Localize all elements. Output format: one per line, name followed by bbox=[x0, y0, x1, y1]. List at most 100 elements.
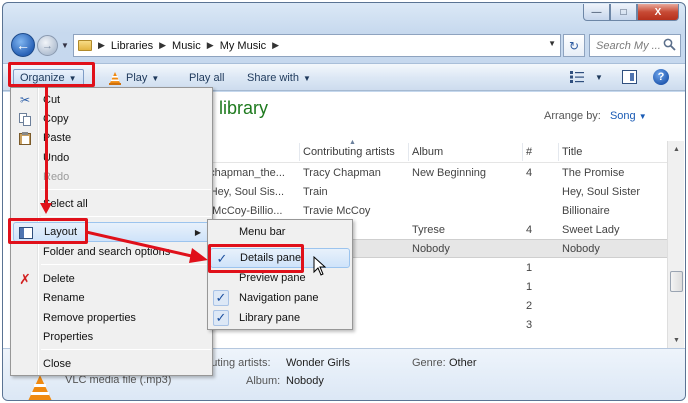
chevron-right-icon[interactable]: ▶ bbox=[159, 40, 166, 51]
cell-album: New Beginning bbox=[412, 167, 486, 179]
back-button[interactable]: ← bbox=[11, 33, 35, 57]
details-genre-value[interactable]: Other bbox=[449, 357, 477, 369]
share-with-label: Share with bbox=[247, 72, 299, 84]
details-album-value[interactable]: Nobody bbox=[286, 375, 324, 387]
column-header-number[interactable]: # bbox=[526, 146, 532, 158]
sort-ascending-icon: ▲ bbox=[349, 139, 356, 146]
forward-button[interactable]: → bbox=[37, 35, 58, 56]
cell-number: 1 bbox=[526, 281, 533, 293]
address-dropdown-icon[interactable]: ▼ bbox=[548, 39, 556, 48]
vlc-file-icon bbox=[28, 375, 52, 400]
play-button[interactable]: Play ▼ bbox=[109, 69, 159, 87]
search-input[interactable]: Search My ... bbox=[589, 34, 681, 57]
view-options-dropdown-icon[interactable]: ▼ bbox=[595, 73, 603, 82]
recent-pages-dropdown[interactable]: ▼ bbox=[61, 41, 69, 50]
table-row[interactable]: _chapman_the... Tracy Chapman New Beginn… bbox=[203, 164, 667, 183]
preview-pane-icon[interactable] bbox=[622, 70, 637, 84]
mouse-cursor-icon bbox=[313, 256, 327, 276]
address-bar[interactable]: ▶ Libraries ▶ Music ▶ My Music ▶ ▼ bbox=[73, 34, 561, 57]
column-header-contributing-artists[interactable]: Contributing artists bbox=[303, 146, 395, 158]
menu-item-rename[interactable]: Rename bbox=[13, 288, 210, 308]
details-artists-value[interactable]: Wonder Girls bbox=[286, 357, 350, 369]
checkmark-icon: ✓ bbox=[213, 310, 229, 326]
column-divider[interactable] bbox=[522, 143, 523, 161]
chevron-right-icon[interactable]: ▶ bbox=[272, 40, 279, 51]
menu-item-paste[interactable]: Paste bbox=[13, 128, 210, 148]
minimize-button[interactable]: — bbox=[583, 4, 610, 21]
scroll-up-icon[interactable]: ▲ bbox=[669, 141, 684, 157]
scroll-down-icon[interactable]: ▼ bbox=[669, 332, 684, 348]
submenu-item-library-pane[interactable]: ✓ Library pane bbox=[210, 308, 350, 328]
cell-name: e McCoy-Billio... bbox=[203, 205, 283, 217]
play-all-button[interactable]: Play all bbox=[189, 69, 224, 87]
submenu-item-label: Preview pane bbox=[239, 272, 306, 284]
folder-icon bbox=[78, 40, 92, 51]
menu-item-label: Rename bbox=[43, 292, 85, 304]
breadcrumb-music[interactable]: Music bbox=[172, 40, 201, 52]
menu-item-delete[interactable]: ✗ Delete bbox=[13, 269, 210, 289]
library-title: library bbox=[219, 98, 269, 118]
cell-number: 3 bbox=[526, 319, 533, 331]
maximize-button[interactable]: □ bbox=[610, 4, 637, 21]
menu-item-undo[interactable]: Undo bbox=[13, 148, 210, 168]
address-row: ← → ▼ ▶ Libraries ▶ Music ▶ My Music ▶ ▼… bbox=[3, 31, 685, 61]
menu-separator bbox=[41, 216, 211, 217]
cell-title: Nobody bbox=[562, 243, 600, 255]
caption-buttons: — □ X bbox=[583, 4, 679, 21]
cell-name: - Hey, Soul Sis... bbox=[203, 186, 285, 198]
vlc-cone-icon bbox=[109, 71, 121, 85]
breadcrumb-libraries[interactable]: Libraries bbox=[111, 40, 153, 52]
chevron-down-icon: ▼ bbox=[302, 73, 311, 83]
vertical-scrollbar[interactable]: ▲ ▼ bbox=[667, 141, 684, 348]
details-genre-label: Genre: bbox=[412, 357, 446, 369]
menu-separator bbox=[41, 189, 211, 190]
arrange-by-label: Arrange by: bbox=[544, 110, 601, 122]
scrollbar-thumb[interactable] bbox=[670, 271, 683, 292]
menu-item-redo: Redo bbox=[13, 167, 210, 187]
search-placeholder: Search My ... bbox=[596, 39, 661, 52]
refresh-button[interactable]: ↻ bbox=[563, 34, 585, 57]
menu-item-label: Remove properties bbox=[43, 312, 136, 324]
menu-item-copy[interactable]: Copy bbox=[13, 109, 210, 129]
paste-icon bbox=[18, 131, 32, 145]
annotation-box-organize bbox=[8, 62, 95, 87]
search-icon bbox=[663, 38, 676, 51]
change-view-icon[interactable] bbox=[570, 71, 584, 83]
arrange-by: Arrange by: Song ▼ bbox=[544, 110, 647, 122]
menu-item-label: Delete bbox=[43, 273, 75, 285]
delete-icon: ✗ bbox=[19, 270, 31, 287]
breadcrumb-my-music[interactable]: My Music bbox=[220, 40, 266, 52]
copy-icon bbox=[18, 112, 32, 126]
cell-album: Nobody bbox=[412, 243, 450, 255]
arrange-by-dropdown[interactable]: Song ▼ bbox=[610, 110, 647, 122]
menu-item-close[interactable]: Close bbox=[13, 354, 210, 374]
column-divider[interactable] bbox=[299, 143, 300, 161]
menu-item-remove-properties[interactable]: Remove properties bbox=[13, 308, 210, 328]
chevron-down-icon: ▼ bbox=[638, 112, 647, 121]
column-divider[interactable] bbox=[408, 143, 409, 161]
play-all-label: Play all bbox=[189, 72, 225, 84]
back-arrow-icon: ← bbox=[16, 37, 30, 53]
forward-arrow-icon: → bbox=[42, 39, 53, 52]
menu-item-cut[interactable]: ✂ Cut bbox=[13, 90, 210, 110]
menu-item-properties[interactable]: Properties bbox=[13, 327, 210, 347]
annotation-arrow-down bbox=[45, 86, 48, 204]
annotation-box-details-pane bbox=[208, 244, 304, 273]
arrange-by-value: Song bbox=[609, 110, 636, 122]
share-with-button[interactable]: Share with ▼ bbox=[247, 69, 311, 87]
cell-artist: Tracy Chapman bbox=[303, 167, 381, 179]
column-divider[interactable] bbox=[558, 143, 559, 161]
table-row[interactable]: - Hey, Soul Sis... Train Hey, Soul Siste… bbox=[203, 183, 667, 202]
scissors-icon: ✂ bbox=[19, 93, 31, 107]
chevron-right-icon[interactable]: ▶ bbox=[98, 40, 105, 51]
close-button[interactable]: X bbox=[637, 4, 679, 21]
column-header-album[interactable]: Album bbox=[412, 146, 443, 158]
submenu-item-menu-bar[interactable]: Menu bar bbox=[210, 222, 350, 242]
submenu-item-navigation-pane[interactable]: ✓ Navigation pane bbox=[210, 288, 350, 308]
cell-number: 4 bbox=[526, 167, 533, 179]
annotation-arrowhead-down bbox=[40, 203, 52, 214]
layout-submenu: Menu bar ✓ Details pane Preview pane ✓ N… bbox=[207, 219, 353, 330]
help-icon[interactable]: ? bbox=[653, 69, 669, 85]
column-header-title[interactable]: Title bbox=[562, 146, 582, 158]
chevron-right-icon[interactable]: ▶ bbox=[207, 40, 214, 51]
